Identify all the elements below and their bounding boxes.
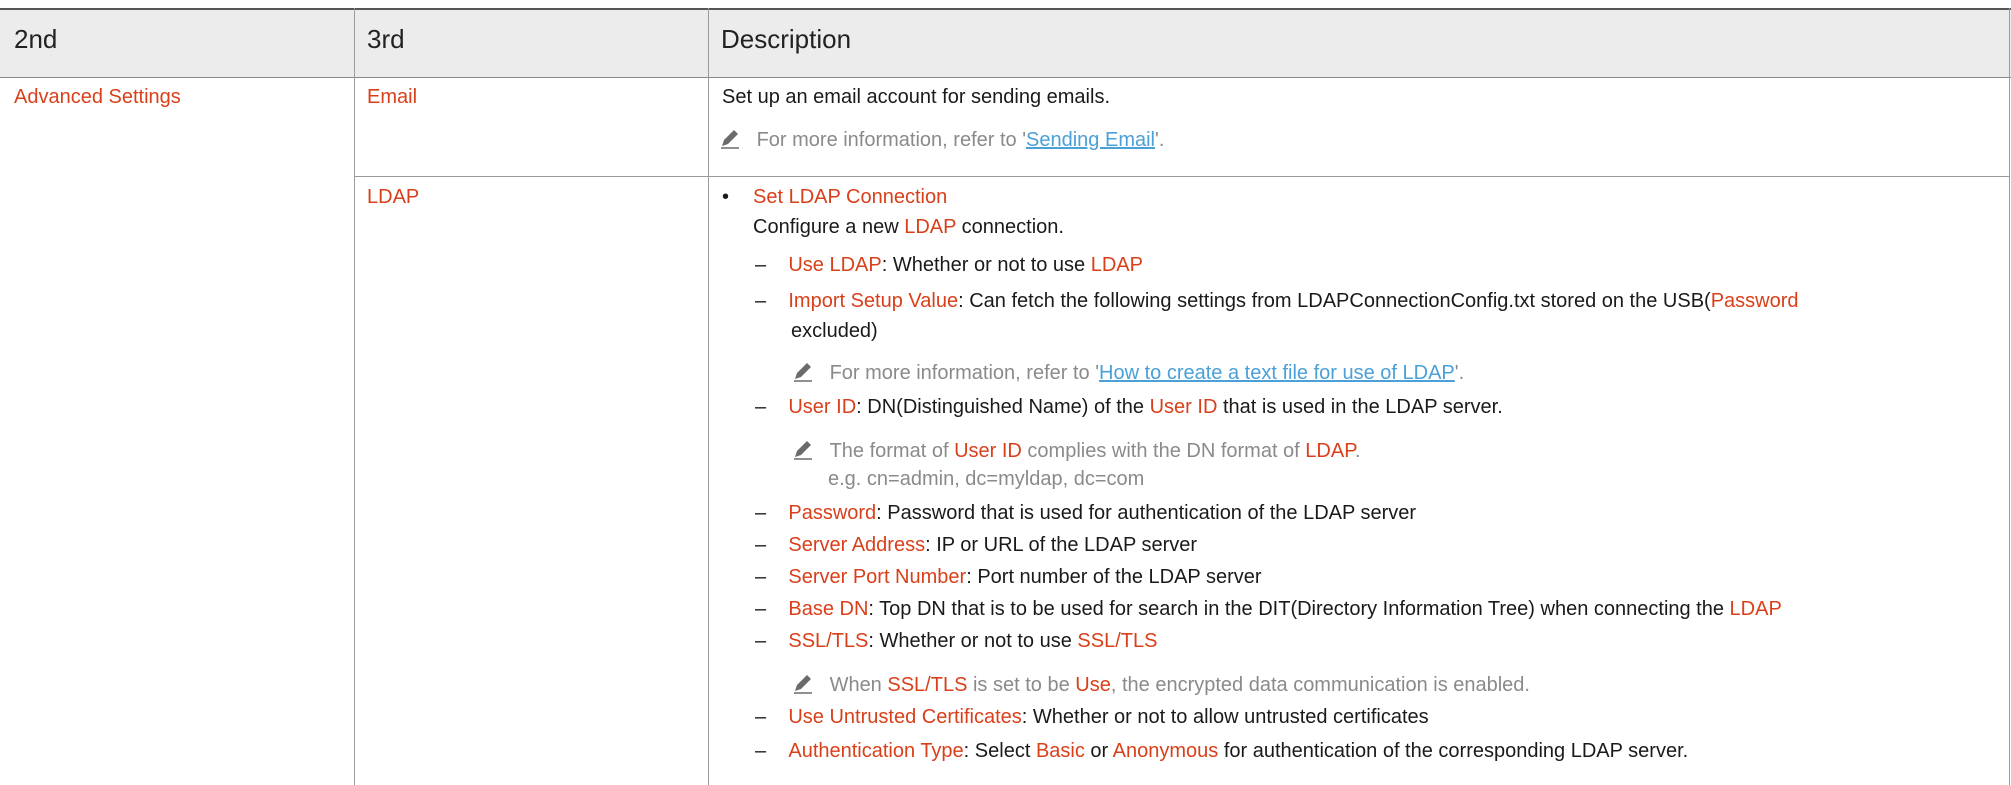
ldap-text-file-link[interactable]: How to create a text file for use of LDA…	[1099, 362, 1455, 384]
bullet-dot: •	[722, 186, 730, 208]
user-id-example: e.g. cn=admin, dc=myldap, dc=com	[828, 468, 1145, 490]
row-divider	[354, 176, 2010, 177]
password-item: – Password: Password that is used for au…	[755, 502, 1417, 524]
pencil-note-icon	[794, 363, 812, 382]
untrusted-certs-item: – Use Untrusted Certificates: Whether or…	[755, 706, 1429, 728]
pencil-note-icon	[794, 441, 812, 460]
ldap-intro: Configure a new LDAP connection.	[753, 216, 1064, 238]
pencil-note-icon	[794, 675, 812, 694]
ldap-label: LDAP	[367, 186, 420, 208]
header-description: Description	[721, 24, 852, 54]
auth-type-item: – Authentication Type: Select Basic or A…	[755, 740, 1689, 762]
ssl-tls-note: When SSL/TLS is set to be Use, the encry…	[792, 672, 1530, 697]
column-divider	[2009, 8, 2010, 785]
header-2nd: 2nd	[14, 24, 58, 54]
base-dn-item: – Base DN: Top DN that is to be used for…	[755, 598, 1782, 620]
import-setup-item: – Import Setup Value: Can fetch the foll…	[755, 290, 1799, 312]
server-address-item: – Server Address: IP or URL of the LDAP …	[755, 534, 1198, 556]
email-note: For more information, refer to 'Sending …	[719, 127, 1164, 152]
use-ldap-item: – Use LDAP: Whether or not to use LDAP	[755, 254, 1143, 276]
email-description: Set up an email account for sending emai…	[722, 86, 1110, 108]
set-ldap-connection-title: Set LDAP Connection	[753, 186, 948, 208]
user-id-format-note: The format of User ID complies with the …	[792, 438, 1361, 463]
header-3rd: 3rd	[367, 24, 405, 54]
ldap-text-file-note: For more information, refer to 'How to c…	[792, 360, 1464, 385]
column-divider	[708, 8, 709, 785]
import-setup-item-cont: excluded)	[791, 320, 878, 342]
sending-email-link[interactable]: Sending Email	[1026, 129, 1155, 151]
server-port-item: – Server Port Number: Port number of the…	[755, 566, 1262, 588]
email-label: Email	[367, 86, 418, 108]
pencil-note-icon	[721, 130, 739, 149]
column-divider	[354, 8, 355, 785]
table-header: 2nd 3rd Description	[0, 8, 2011, 78]
ssl-tls-item: – SSL/TLS: Whether or not to use SSL/TLS	[755, 630, 1158, 652]
advanced-settings-label: Advanced Settings	[14, 86, 181, 108]
user-id-item: – User ID: DN(Distinguished Name) of the…	[755, 396, 1503, 418]
